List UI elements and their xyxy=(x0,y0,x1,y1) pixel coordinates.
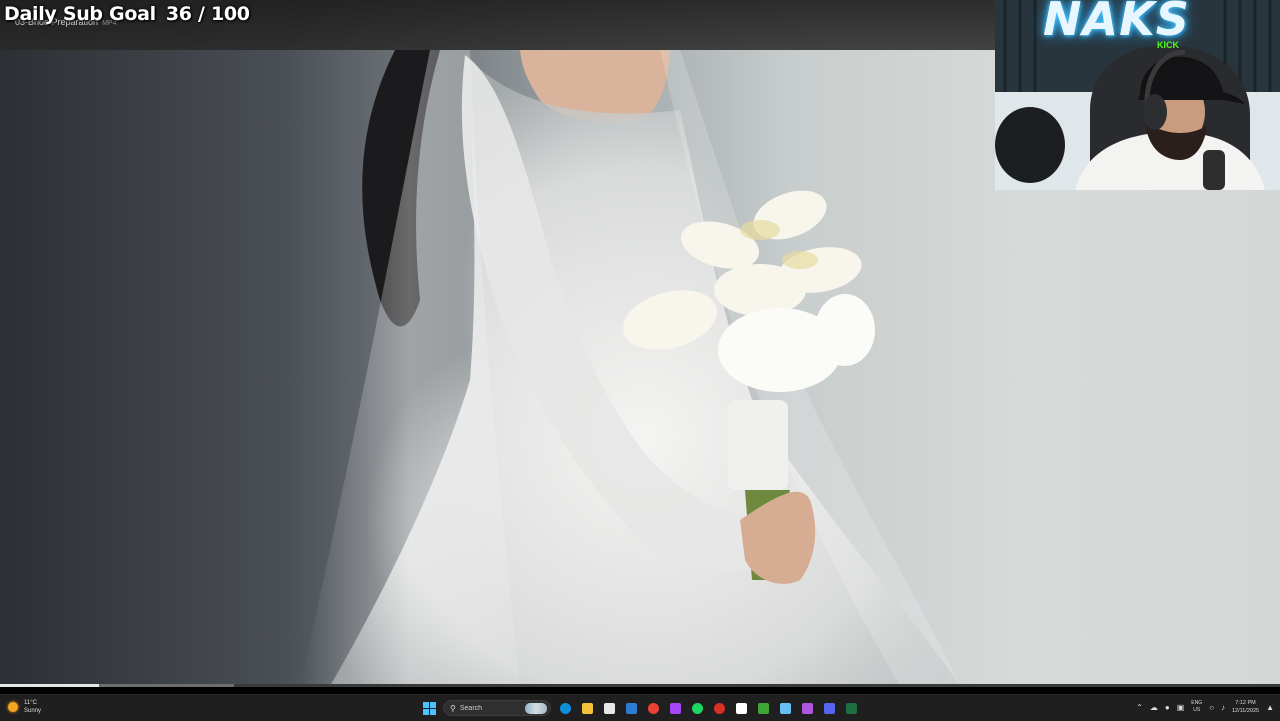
language-secondary: US xyxy=(1193,707,1201,713)
obs-icon[interactable] xyxy=(799,700,815,716)
calendar-icon[interactable] xyxy=(601,700,617,716)
sun-icon xyxy=(8,702,18,712)
video-player[interactable]: 03-Bride Preparation MP4 Daily Sub Goal 36… xyxy=(0,0,1280,686)
seek-progress xyxy=(0,684,99,687)
volume-icon[interactable]: ♪ xyxy=(1221,703,1225,712)
mail-icon[interactable] xyxy=(623,700,639,716)
steam-icon[interactable] xyxy=(777,700,793,716)
seek-bar[interactable] xyxy=(0,684,1280,687)
excel-icon[interactable] xyxy=(843,700,859,716)
microphone-icon[interactable]: ● xyxy=(1165,703,1170,712)
discord-icon[interactable] xyxy=(821,700,837,716)
taskbar: 11°C Sunny ⚲ ⌃ ☁ ● ▣ ENG US ○ ♪ 7:12 PM … xyxy=(0,694,1280,721)
taskbar-center: ⚲ xyxy=(421,698,859,718)
pinned-apps xyxy=(557,700,859,716)
chrome-icon[interactable] xyxy=(645,700,661,716)
language-indicator[interactable]: ENG US xyxy=(1191,700,1202,714)
windows-logo-icon[interactable] xyxy=(421,700,437,716)
cloud-icon[interactable]: ☁ xyxy=(1150,703,1158,712)
taskbar-search[interactable]: ⚲ xyxy=(443,700,551,716)
spotify-icon[interactable] xyxy=(689,700,705,716)
clock[interactable]: 7:12 PM 12/11/2025 xyxy=(1232,699,1259,715)
search-input[interactable] xyxy=(459,704,520,712)
sub-goal-count: 36 / 100 xyxy=(165,3,250,25)
weather-widget[interactable]: 11°C Sunny xyxy=(8,699,41,715)
minecraft-icon[interactable] xyxy=(755,700,771,716)
chevron-up-icon[interactable]: ⌃ xyxy=(1136,703,1143,712)
search-icon: ⚲ xyxy=(450,703,456,713)
edge-icon[interactable] xyxy=(557,700,573,716)
weather-condition: Sunny xyxy=(24,708,42,714)
folder-icon[interactable] xyxy=(579,700,595,716)
sub-goal-label: Daily Sub Goal xyxy=(4,3,156,25)
notification-bell-icon[interactable]: ▲ xyxy=(1266,703,1274,712)
webcam-overlay: NAKS KICK xyxy=(995,0,1280,190)
language-primary: ENG xyxy=(1191,700,1203,706)
sub-goal-overlay: Daily Sub Goal 36 / 100 xyxy=(4,3,250,25)
kick-logo: KICK xyxy=(1157,40,1179,50)
chrome-icon[interactable] xyxy=(711,700,727,716)
system-tray: ⌃ ☁ ● ▣ ENG US ○ ♪ 7:12 PM 12/11/2025 ▲ xyxy=(1136,699,1274,715)
clock-date: 12/11/2025 xyxy=(1231,708,1260,714)
search-highlight-image xyxy=(525,703,547,714)
capcut-icon[interactable] xyxy=(733,700,749,716)
messenger-icon[interactable] xyxy=(667,700,683,716)
weather-text: 11°C Sunny xyxy=(24,699,41,715)
wifi-icon[interactable]: ○ xyxy=(1209,703,1214,712)
weather-temperature: 11°C xyxy=(24,700,37,706)
display-icon[interactable]: ▣ xyxy=(1177,703,1185,712)
clock-time: 7:12 PM xyxy=(1235,700,1256,706)
